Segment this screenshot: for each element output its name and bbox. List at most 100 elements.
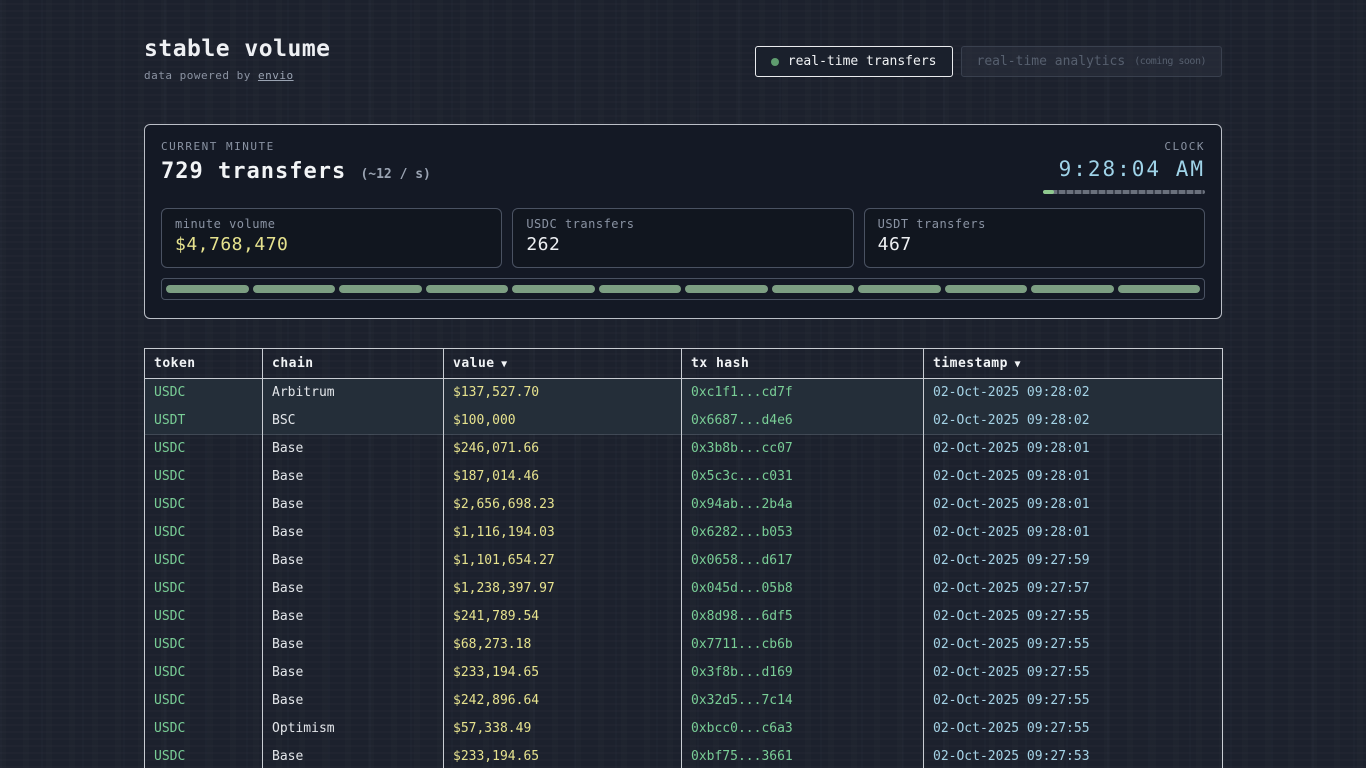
value-cell: $1,101,654.27 — [444, 547, 682, 575]
segment-pill — [1118, 285, 1201, 293]
timestamp-cell: 02-Oct-2025 09:27:55 — [924, 715, 1223, 743]
tx-hash-link[interactable]: 0x32d5...7c14 — [682, 687, 924, 715]
segment-pill — [772, 285, 855, 293]
subtitle-text: data powered by — [144, 69, 258, 82]
value-cell: $68,273.18 — [444, 631, 682, 659]
sort-descending-icon: ▼ — [1008, 359, 1021, 370]
segment-pill — [339, 285, 422, 293]
timestamp-cell: 02-Oct-2025 09:27:55 — [924, 687, 1223, 715]
chain-cell: Base — [263, 491, 444, 519]
table-row: USDCBase$233,194.650x3f8b...d16902-Oct-2… — [145, 659, 1223, 687]
chain-cell: Base — [263, 687, 444, 715]
stat-label: USDT transfers — [878, 217, 1191, 231]
tab-label: real-time analytics — [977, 54, 1126, 69]
tx-hash-link[interactable]: 0xbcc0...c6a3 — [682, 715, 924, 743]
segment-pill — [253, 285, 336, 293]
transfer-rate: (~12 / s) — [360, 167, 430, 182]
value-cell: $1,238,397.97 — [444, 575, 682, 603]
table-row: USDCBase$187,014.460x5c3c...c03102-Oct-2… — [145, 463, 1223, 491]
timestamp-cell: 02-Oct-2025 09:28:01 — [924, 463, 1223, 491]
timestamp-cell: 02-Oct-2025 09:27:57 — [924, 575, 1223, 603]
token-cell: USDC — [145, 687, 263, 715]
tab-real-time-transfers[interactable]: real-time transfers — [755, 46, 953, 77]
tx-hash-link[interactable]: 0x7711...cb6b — [682, 631, 924, 659]
column-header-token: token — [145, 349, 263, 379]
chain-cell: Base — [263, 519, 444, 547]
segment-pill — [512, 285, 595, 293]
token-cell: USDC — [145, 519, 263, 547]
transfer-count-value: 729 transfers — [161, 159, 346, 184]
table-row: USDCBase$68,273.180x7711...cb6b02-Oct-20… — [145, 631, 1223, 659]
token-cell: USDC — [145, 575, 263, 603]
stat-box-minute-volume: minute volume$4,768,470 — [161, 208, 502, 268]
table-row: USDCArbitrum$137,527.700xc1f1...cd7f02-O… — [145, 379, 1223, 407]
segment-pill — [685, 285, 768, 293]
current-minute-label: CURRENT MINUTE — [161, 140, 431, 153]
minute-progress-bar — [1043, 190, 1205, 194]
timestamp-cell: 02-Oct-2025 09:27:55 — [924, 603, 1223, 631]
stats-row: minute volume$4,768,470USDC transfers262… — [161, 208, 1205, 268]
current-minute-panel: CURRENT MINUTE 729 transfers (~12 / s) C… — [144, 124, 1222, 319]
transfer-count: 729 transfers (~12 / s) — [161, 159, 431, 184]
page-title: stable volume — [144, 36, 331, 62]
stat-value: $4,768,470 — [175, 234, 488, 255]
tx-hash-link[interactable]: 0x6687...d4e6 — [682, 407, 924, 435]
column-header-value[interactable]: value ▼ — [444, 349, 682, 379]
clock-time: 9:28:04 AM — [1043, 157, 1205, 181]
table-header-row: tokenchainvalue ▼ tx hash timestamp ▼ — [145, 349, 1223, 379]
token-cell: USDC — [145, 743, 263, 768]
tx-hash-link[interactable]: 0x94ab...2b4a — [682, 491, 924, 519]
timestamp-cell: 02-Oct-2025 09:28:02 — [924, 407, 1223, 435]
column-header-label: tx hash — [691, 356, 749, 371]
tab-bar: real-time transfers real-time analytics … — [755, 46, 1222, 77]
segment-pill — [426, 285, 509, 293]
table-row: USDCBase$233,194.650xbf75...366102-Oct-2… — [145, 743, 1223, 768]
stat-box-usdt-transfers: USDT transfers467 — [864, 208, 1205, 268]
title-block: stable volume data powered by envio — [144, 36, 331, 82]
column-header-timestamp[interactable]: timestamp ▼ — [924, 349, 1223, 379]
chain-cell: Base — [263, 743, 444, 768]
token-cell: USDC — [145, 547, 263, 575]
tx-hash-link[interactable]: 0xbf75...3661 — [682, 743, 924, 768]
table-row: USDCBase$241,789.540x8d98...6df502-Oct-2… — [145, 603, 1223, 631]
token-cell: USDC — [145, 631, 263, 659]
tx-hash-link[interactable]: 0x3b8b...cc07 — [682, 435, 924, 463]
tx-hash-link[interactable]: 0x6282...b053 — [682, 519, 924, 547]
envio-link[interactable]: envio — [258, 69, 294, 82]
transfers-table: tokenchainvalue ▼ tx hash timestamp ▼ USDC… — [144, 348, 1223, 768]
tx-hash-link[interactable]: 0x5c3c...c031 — [682, 463, 924, 491]
chain-cell: Base — [263, 463, 444, 491]
panel-top-row: CURRENT MINUTE 729 transfers (~12 / s) C… — [161, 140, 1205, 208]
timestamp-cell: 02-Oct-2025 09:28:02 — [924, 379, 1223, 407]
tx-hash-link[interactable]: 0xc1f1...cd7f — [682, 379, 924, 407]
value-cell: $246,071.66 — [444, 435, 682, 463]
token-cell: USDC — [145, 715, 263, 743]
tx-hash-link[interactable]: 0x8d98...6df5 — [682, 603, 924, 631]
token-cell: USDC — [145, 435, 263, 463]
table-row: USDCBase$2,656,698.230x94ab...2b4a02-Oct… — [145, 491, 1223, 519]
table-row: USDCBase$1,116,194.030x6282...b05302-Oct… — [145, 519, 1223, 547]
chain-cell: Arbitrum — [263, 379, 444, 407]
segment-pill — [945, 285, 1028, 293]
tx-hash-link[interactable]: 0x3f8b...d169 — [682, 659, 924, 687]
token-cell: USDC — [145, 379, 263, 407]
value-cell: $100,000 — [444, 407, 682, 435]
tab-label: real-time transfers — [788, 54, 937, 69]
segment-pill — [1031, 285, 1114, 293]
tx-hash-link[interactable]: 0x045d...05b8 — [682, 575, 924, 603]
stat-box-usdc-transfers: USDC transfers262 — [512, 208, 853, 268]
timestamp-cell: 02-Oct-2025 09:27:59 — [924, 547, 1223, 575]
value-cell: $137,527.70 — [444, 379, 682, 407]
table-row: USDCBase$1,101,654.270x0658...d61702-Oct… — [145, 547, 1223, 575]
value-cell: $57,338.49 — [444, 715, 682, 743]
timestamp-cell: 02-Oct-2025 09:27:53 — [924, 743, 1223, 768]
column-header-chain: chain — [263, 349, 444, 379]
timestamp-cell: 02-Oct-2025 09:28:01 — [924, 519, 1223, 547]
token-cell: USDT — [145, 407, 263, 435]
stat-label: USDC transfers — [526, 217, 839, 231]
chain-cell: Base — [263, 659, 444, 687]
chain-cell: Base — [263, 575, 444, 603]
table-body: USDCArbitrum$137,527.700xc1f1...cd7f02-O… — [145, 379, 1223, 768]
tx-hash-link[interactable]: 0x0658...d617 — [682, 547, 924, 575]
chain-cell: Base — [263, 435, 444, 463]
